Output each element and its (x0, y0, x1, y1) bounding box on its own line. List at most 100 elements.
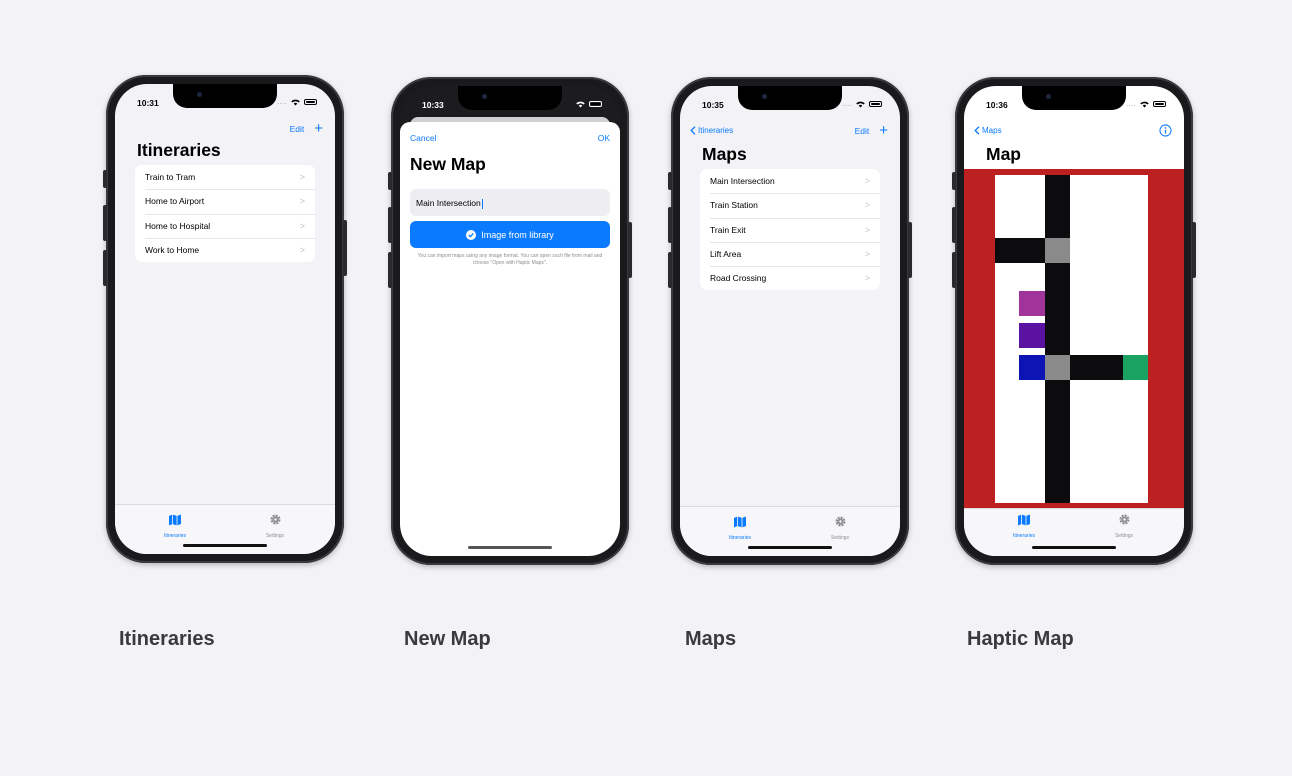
list-item[interactable]: Road Crossing > (700, 266, 880, 290)
tab-label: Settings (1114, 533, 1134, 539)
page-title: Itineraries (137, 140, 221, 160)
back-label: Itineraries (698, 126, 734, 135)
wifi-icon (856, 101, 865, 108)
block-magenta (1019, 291, 1045, 316)
block-green (1123, 355, 1148, 380)
junction-top (1045, 238, 1070, 263)
tab-label: Itineraries (1013, 533, 1035, 539)
road-horizontal-middle (1070, 355, 1123, 380)
list-item[interactable]: Main Intersection > (700, 169, 880, 193)
list-item-label: Train to Tram (145, 172, 196, 183)
map-icon (1018, 514, 1030, 526)
phone-new-map: 10:33 Cancel OK New Map Main Intersectio… (388, 77, 632, 565)
info-icon[interactable] (1159, 124, 1172, 137)
signal-icon: .... (277, 98, 287, 106)
help-text: You can import maps using any image form… (417, 253, 603, 266)
chevron-right-icon: > (864, 200, 870, 211)
page-title: Map (986, 144, 1021, 164)
image-from-library-button[interactable]: Image from library (410, 221, 610, 248)
tab-itineraries[interactable]: Itineraries (710, 515, 770, 541)
chevron-right-icon: > (299, 220, 305, 231)
list-item-label: Work to Home (145, 245, 200, 256)
ok-button[interactable]: OK (598, 133, 610, 143)
chevron-right-icon: > (864, 273, 870, 284)
tab-settings[interactable]: Settings (245, 513, 305, 539)
caption-haptic-map: Haptic Map (967, 628, 1074, 650)
list-item-label: Train Exit (710, 224, 746, 235)
itinerary-list: Train to Tram > Home to Airport > Home to … (135, 165, 315, 263)
road-vertical (1045, 175, 1070, 503)
screen-haptic-map: 10:36 .... Maps Map Itineraries Settings (964, 86, 1184, 556)
sheet-title: New Map (410, 154, 486, 174)
road-horizontal-top (995, 238, 1045, 263)
screen-new-map: 10:33 Cancel OK New Map Main Intersectio… (400, 86, 620, 556)
chevron-right-icon: > (299, 245, 305, 256)
tab-itineraries[interactable]: Itineraries (994, 513, 1054, 539)
checkmark-circle-icon (466, 229, 477, 240)
edit-button[interactable]: Edit (290, 124, 305, 134)
list-item[interactable]: Train Exit > (700, 217, 880, 242)
list-item-label: Train Station (710, 200, 758, 211)
status-time: 10:31 (137, 98, 159, 108)
text-cursor (481, 198, 483, 209)
list-item-label: Main Intersection (710, 176, 775, 187)
wifi-icon (1140, 101, 1149, 108)
caption-maps: Maps (685, 628, 737, 650)
home-indicator (748, 546, 832, 549)
back-button[interactable]: Itineraries (690, 126, 733, 135)
edit-button[interactable]: Edit (855, 126, 870, 136)
gear-icon (269, 514, 281, 525)
list-item-label: Road Crossing (710, 273, 767, 284)
chevron-right-icon: > (864, 224, 870, 235)
list-item[interactable]: Train to Tram > (135, 165, 315, 189)
wifi-icon (291, 99, 300, 106)
add-button[interactable]: + (879, 123, 888, 138)
battery-icon (1153, 101, 1166, 107)
map-icon (734, 516, 746, 528)
caption-new-map: New Map (404, 628, 491, 650)
back-label: Maps (982, 126, 1002, 135)
screen-itineraries: 10:31 .... Edit + Itineraries Train to T… (115, 84, 335, 554)
list-item-label: Home to Hospital (145, 220, 211, 231)
phone-maps: 10:35 .... Itineraries Edit + Maps Main … (668, 77, 912, 565)
maps-list: Main Intersection > Train Station > Train … (700, 169, 880, 291)
chevron-right-icon: > (299, 196, 305, 207)
wifi-icon (576, 101, 585, 108)
button-label: Image from library (481, 229, 554, 240)
screen-maps: 10:35 .... Itineraries Edit + Maps Main … (680, 86, 900, 556)
list-item[interactable]: Lift Area > (700, 241, 880, 266)
tab-settings[interactable]: Settings (810, 515, 870, 541)
add-button[interactable]: + (314, 121, 323, 136)
tab-label: Settings (830, 535, 850, 541)
home-indicator (468, 546, 552, 549)
list-item-label: Lift Area (710, 249, 742, 260)
list-item[interactable]: Work to Home > (135, 237, 315, 262)
tab-label: Itineraries (164, 533, 186, 539)
home-indicator (1032, 546, 1116, 549)
list-item[interactable]: Home to Hospital > (135, 213, 315, 238)
back-button[interactable]: Maps (974, 126, 1002, 135)
tab-settings[interactable]: Settings (1094, 513, 1154, 539)
map-name-value: Main Intersection (416, 198, 481, 208)
status-time: 10:36 (986, 100, 1008, 110)
battery-icon (304, 99, 317, 105)
block-purple (1019, 323, 1045, 348)
haptic-map-canvas[interactable] (964, 169, 1184, 509)
battery-icon (589, 101, 602, 107)
list-item-label: Home to Airport (145, 196, 205, 207)
cancel-button[interactable]: Cancel (410, 133, 436, 143)
tab-label: Itineraries (729, 535, 751, 541)
status-time: 10:35 (702, 100, 724, 110)
signal-icon: .... (1126, 100, 1136, 108)
phone-haptic-map: 10:36 .... Maps Map Itineraries Settings (952, 77, 1196, 565)
phone-itineraries: 10:31 .... Edit + Itineraries Train to T… (103, 75, 347, 563)
tab-itineraries[interactable]: Itineraries (145, 513, 205, 539)
map-name-input[interactable]: Main Intersection (410, 189, 610, 216)
signal-icon: .... (842, 100, 852, 108)
gear-icon (834, 516, 846, 527)
list-item[interactable]: Home to Airport > (135, 189, 315, 213)
chevron-right-icon: > (299, 172, 305, 183)
page-title: Maps (702, 144, 747, 164)
list-item[interactable]: Train Station > (700, 193, 880, 217)
map-paper (995, 175, 1148, 503)
